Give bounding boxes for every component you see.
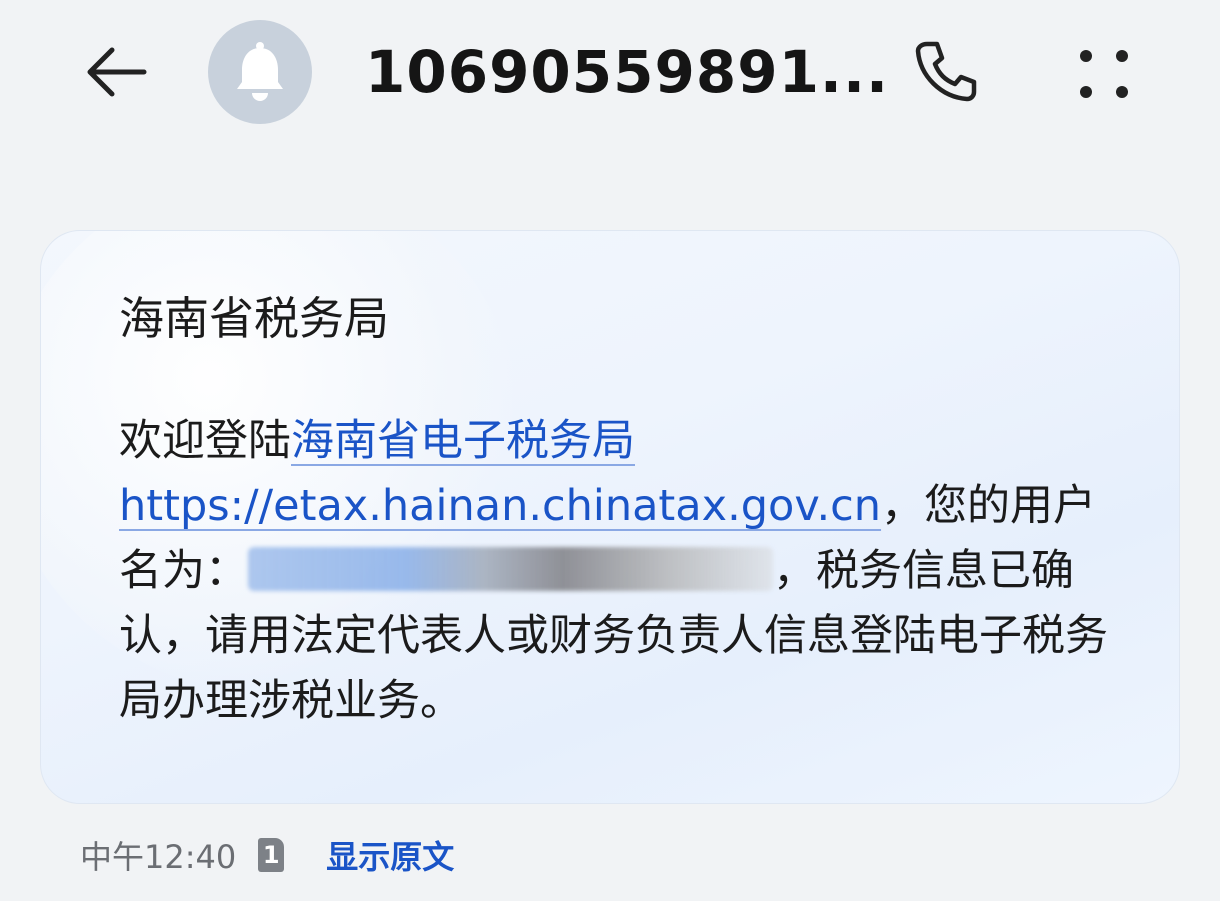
message-body: 欢迎登陆海南省电子税务局https://etax.hainan.chinatax… <box>119 409 1129 734</box>
arrow-left-icon <box>87 47 147 97</box>
more-options-button[interactable] <box>1066 36 1142 112</box>
conversation-title: 10690559891... <box>365 38 890 106</box>
back-button[interactable] <box>78 38 154 106</box>
sms-screen: 10690559891... 海南省税务局 欢迎登陆海南省电子税务局https:… <box>0 0 1220 901</box>
redacted-username <box>248 547 773 591</box>
message-sender: 海南省税务局 <box>119 292 390 345</box>
contact-avatar[interactable] <box>208 20 312 124</box>
message-footer: 中午12:40 1 显示原文 <box>80 830 454 880</box>
phone-icon <box>915 41 977 102</box>
more-dots-icon <box>1080 50 1128 98</box>
bell-icon <box>237 42 283 101</box>
message-time: 中午12:40 <box>80 838 237 876</box>
show-original-button[interactable]: 显示原文 <box>326 832 454 878</box>
call-button[interactable] <box>905 30 987 112</box>
sim-card-icon: 1 <box>258 838 285 872</box>
top-bar: 10690559891... <box>0 0 1220 150</box>
message-bubble[interactable]: 海南省税务局 欢迎登陆海南省电子税务局https://etax.hainan.c… <box>40 230 1180 804</box>
body-prefix: 欢迎登陆 <box>119 416 291 466</box>
